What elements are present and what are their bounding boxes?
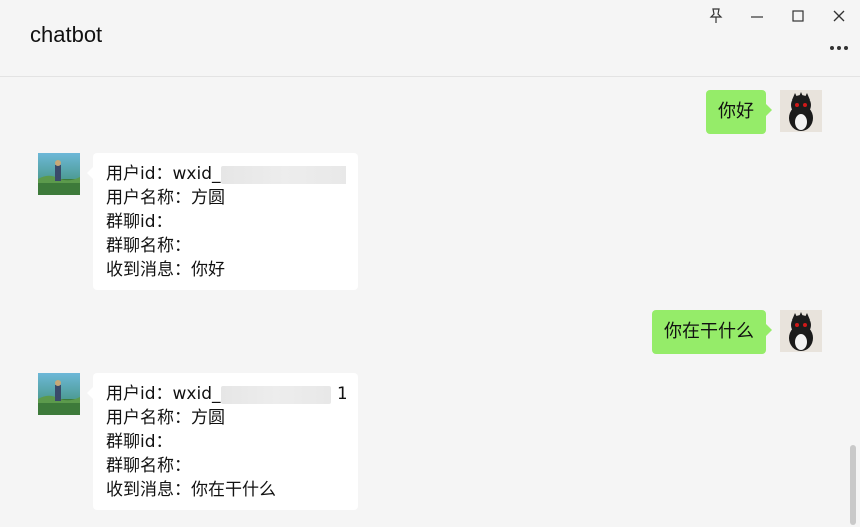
chat-window: chatbot 你好 用户id：wxid_ 用户名称：方圆 群聊id： 群聊名称… [0,0,860,527]
user-id-line: 用户id：wxid_ [106,164,221,184]
pin-icon[interactable] [705,6,727,26]
penguin-avatar[interactable] [780,90,822,132]
user-name-line: 用户名称：方圆 [106,188,225,208]
scrollbar-thumb[interactable] [850,445,856,525]
penguin-avatar[interactable] [780,310,822,352]
more-icon[interactable] [828,38,850,58]
maximize-icon[interactable] [787,6,809,26]
group-name-line: 群聊名称： [106,456,191,476]
group-id-line: 群聊id： [106,432,173,452]
sent-message-bubble[interactable]: 你好 [706,90,772,134]
chat-title: chatbot [30,22,103,47]
minimize-icon[interactable] [746,6,768,26]
message-line: 用户id：wxid_ [106,162,346,186]
redacted-block [221,386,331,404]
redacted-block [221,166,346,184]
title-bar: chatbot [0,0,860,77]
close-icon[interactable] [828,6,850,26]
landscape-avatar[interactable] [38,153,80,195]
message-text: 你好 [718,101,754,122]
message-line: 用户id：wxid_ 1 [106,382,346,406]
received-message-bubble[interactable]: 用户id：wxid_ 1 用户名称：方圆 群聊id： 群聊名称： 收到消息：你在… [87,373,358,510]
user-id-suffix: 1 [337,384,346,404]
group-name-line: 群聊名称： [106,236,191,256]
user-name-line: 用户名称：方圆 [106,408,225,428]
group-id-line: 群聊id： [106,212,173,232]
message-text: 你在干什么 [664,321,754,342]
sent-message-bubble[interactable]: 你在干什么 [652,310,772,354]
received-message-line: 收到消息：你在干什么 [106,480,276,500]
user-id-line: 用户id：wxid_ [106,384,221,404]
received-message-bubble[interactable]: 用户id：wxid_ 用户名称：方圆 群聊id： 群聊名称： 收到消息：你好 [87,153,358,290]
landscape-avatar[interactable] [38,373,80,415]
received-message-line: 收到消息：你好 [106,260,225,280]
message-list[interactable]: 你好 用户id：wxid_ 用户名称：方圆 群聊id： 群聊名称： 收到消息：你… [0,77,860,527]
